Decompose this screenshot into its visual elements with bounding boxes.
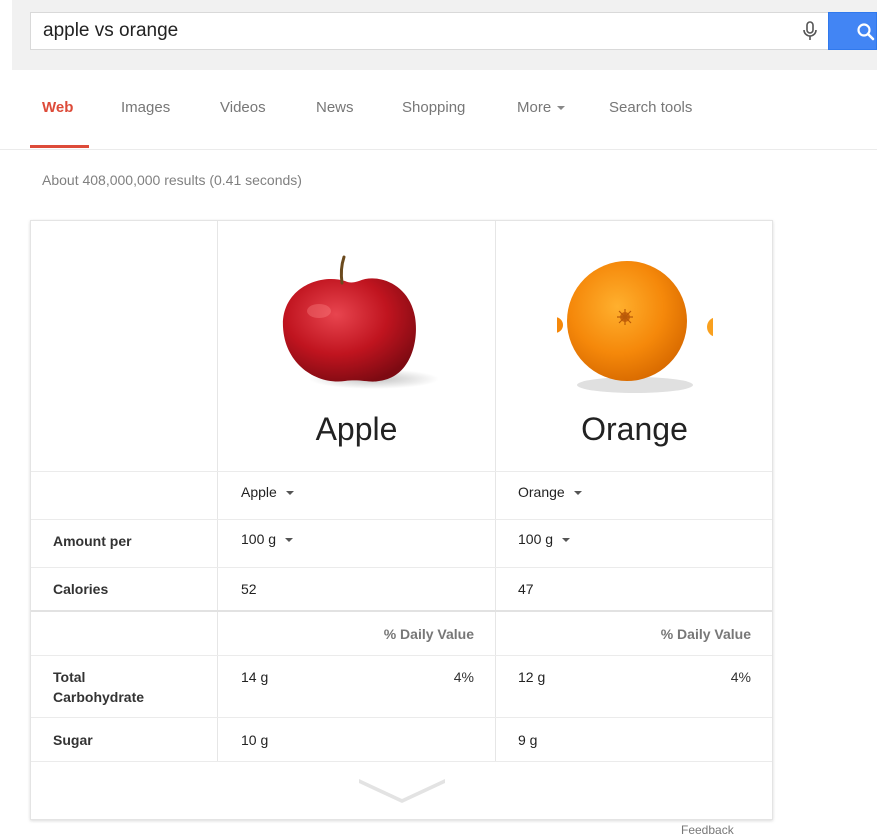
chevron-down-icon — [359, 779, 445, 803]
amount-selector-label: 100 g — [518, 531, 554, 547]
carb-dv-orange: 4% — [730, 669, 751, 685]
calories-apple: 52 — [241, 581, 257, 597]
section-divider — [31, 610, 772, 612]
tab-videos[interactable]: Videos — [220, 99, 266, 116]
daily-value-header-apple: % Daily Value — [383, 626, 474, 642]
column-divider — [495, 221, 496, 761]
microphone-icon[interactable] — [798, 19, 822, 43]
row-label-amount: Amount per — [53, 533, 132, 549]
row-divider — [31, 655, 772, 656]
chevron-down-icon — [285, 491, 294, 496]
search-input[interactable] — [31, 13, 791, 49]
row-divider — [31, 717, 772, 718]
column-divider — [217, 221, 218, 761]
amount-selector-label: 100 g — [241, 531, 277, 547]
tab-news[interactable]: News — [316, 99, 354, 116]
fruit-name-apple: Apple — [315, 411, 398, 447]
fruit-selector-label: Apple — [241, 484, 277, 500]
search-box[interactable] — [30, 12, 828, 50]
row-divider — [31, 471, 772, 472]
tab-more-label: More — [517, 99, 552, 116]
expand-button[interactable] — [357, 771, 447, 807]
results-stats: About 408,000,000 results (0.41 seconds) — [42, 172, 302, 188]
active-tab-indicator — [30, 145, 89, 148]
chevron-down-icon — [285, 538, 294, 543]
calories-orange: 47 — [518, 581, 534, 597]
chevron-down-icon — [557, 106, 566, 111]
sugar-apple: 10 g — [241, 732, 269, 748]
nutrition-comparison-card: Apple Orange Apple Orange Amount per 100… — [30, 220, 773, 820]
fruit-selector-label: Orange — [518, 484, 565, 500]
tab-search-tools[interactable]: Search tools — [609, 99, 692, 116]
row-label-sugar: Sugar — [53, 732, 93, 748]
search-tabs: Web Images Videos News Shopping More Sea… — [0, 88, 877, 150]
tab-shopping[interactable]: Shopping — [402, 99, 465, 116]
tab-more[interactable]: More — [517, 99, 566, 116]
carb-apple: 14 g — [241, 669, 269, 685]
amount-selector-orange[interactable]: 100 g — [518, 531, 571, 547]
sugar-orange: 9 g — [518, 732, 538, 748]
carb-orange: 12 g — [518, 669, 546, 685]
amount-selector-apple[interactable]: 100 g — [241, 531, 294, 547]
chevron-down-icon — [562, 538, 571, 543]
carb-dv-apple: 4% — [453, 669, 474, 685]
tab-images[interactable]: Images — [121, 99, 170, 116]
chevron-down-icon — [573, 491, 582, 496]
search-button[interactable] — [828, 12, 877, 50]
fruit-selector-orange[interactable]: Orange — [518, 484, 582, 500]
row-label-line: Total — [53, 669, 86, 685]
row-divider — [31, 519, 772, 520]
tab-web[interactable]: Web — [42, 99, 73, 116]
row-label-line: Carbohydrate — [53, 689, 145, 705]
row-label-carbohydrate: Total Carbohydrate — [53, 667, 144, 707]
row-divider — [31, 567, 772, 568]
row-divider — [31, 761, 772, 762]
daily-value-header-orange: % Daily Value — [660, 626, 751, 642]
orange-image — [557, 257, 713, 395]
fruit-selector-apple[interactable]: Apple — [241, 484, 294, 500]
apple-image — [269, 249, 449, 399]
row-label-calories: Calories — [53, 581, 109, 597]
feedback-link[interactable]: Feedback — [681, 823, 734, 837]
fruit-name-orange: Orange — [581, 411, 688, 447]
